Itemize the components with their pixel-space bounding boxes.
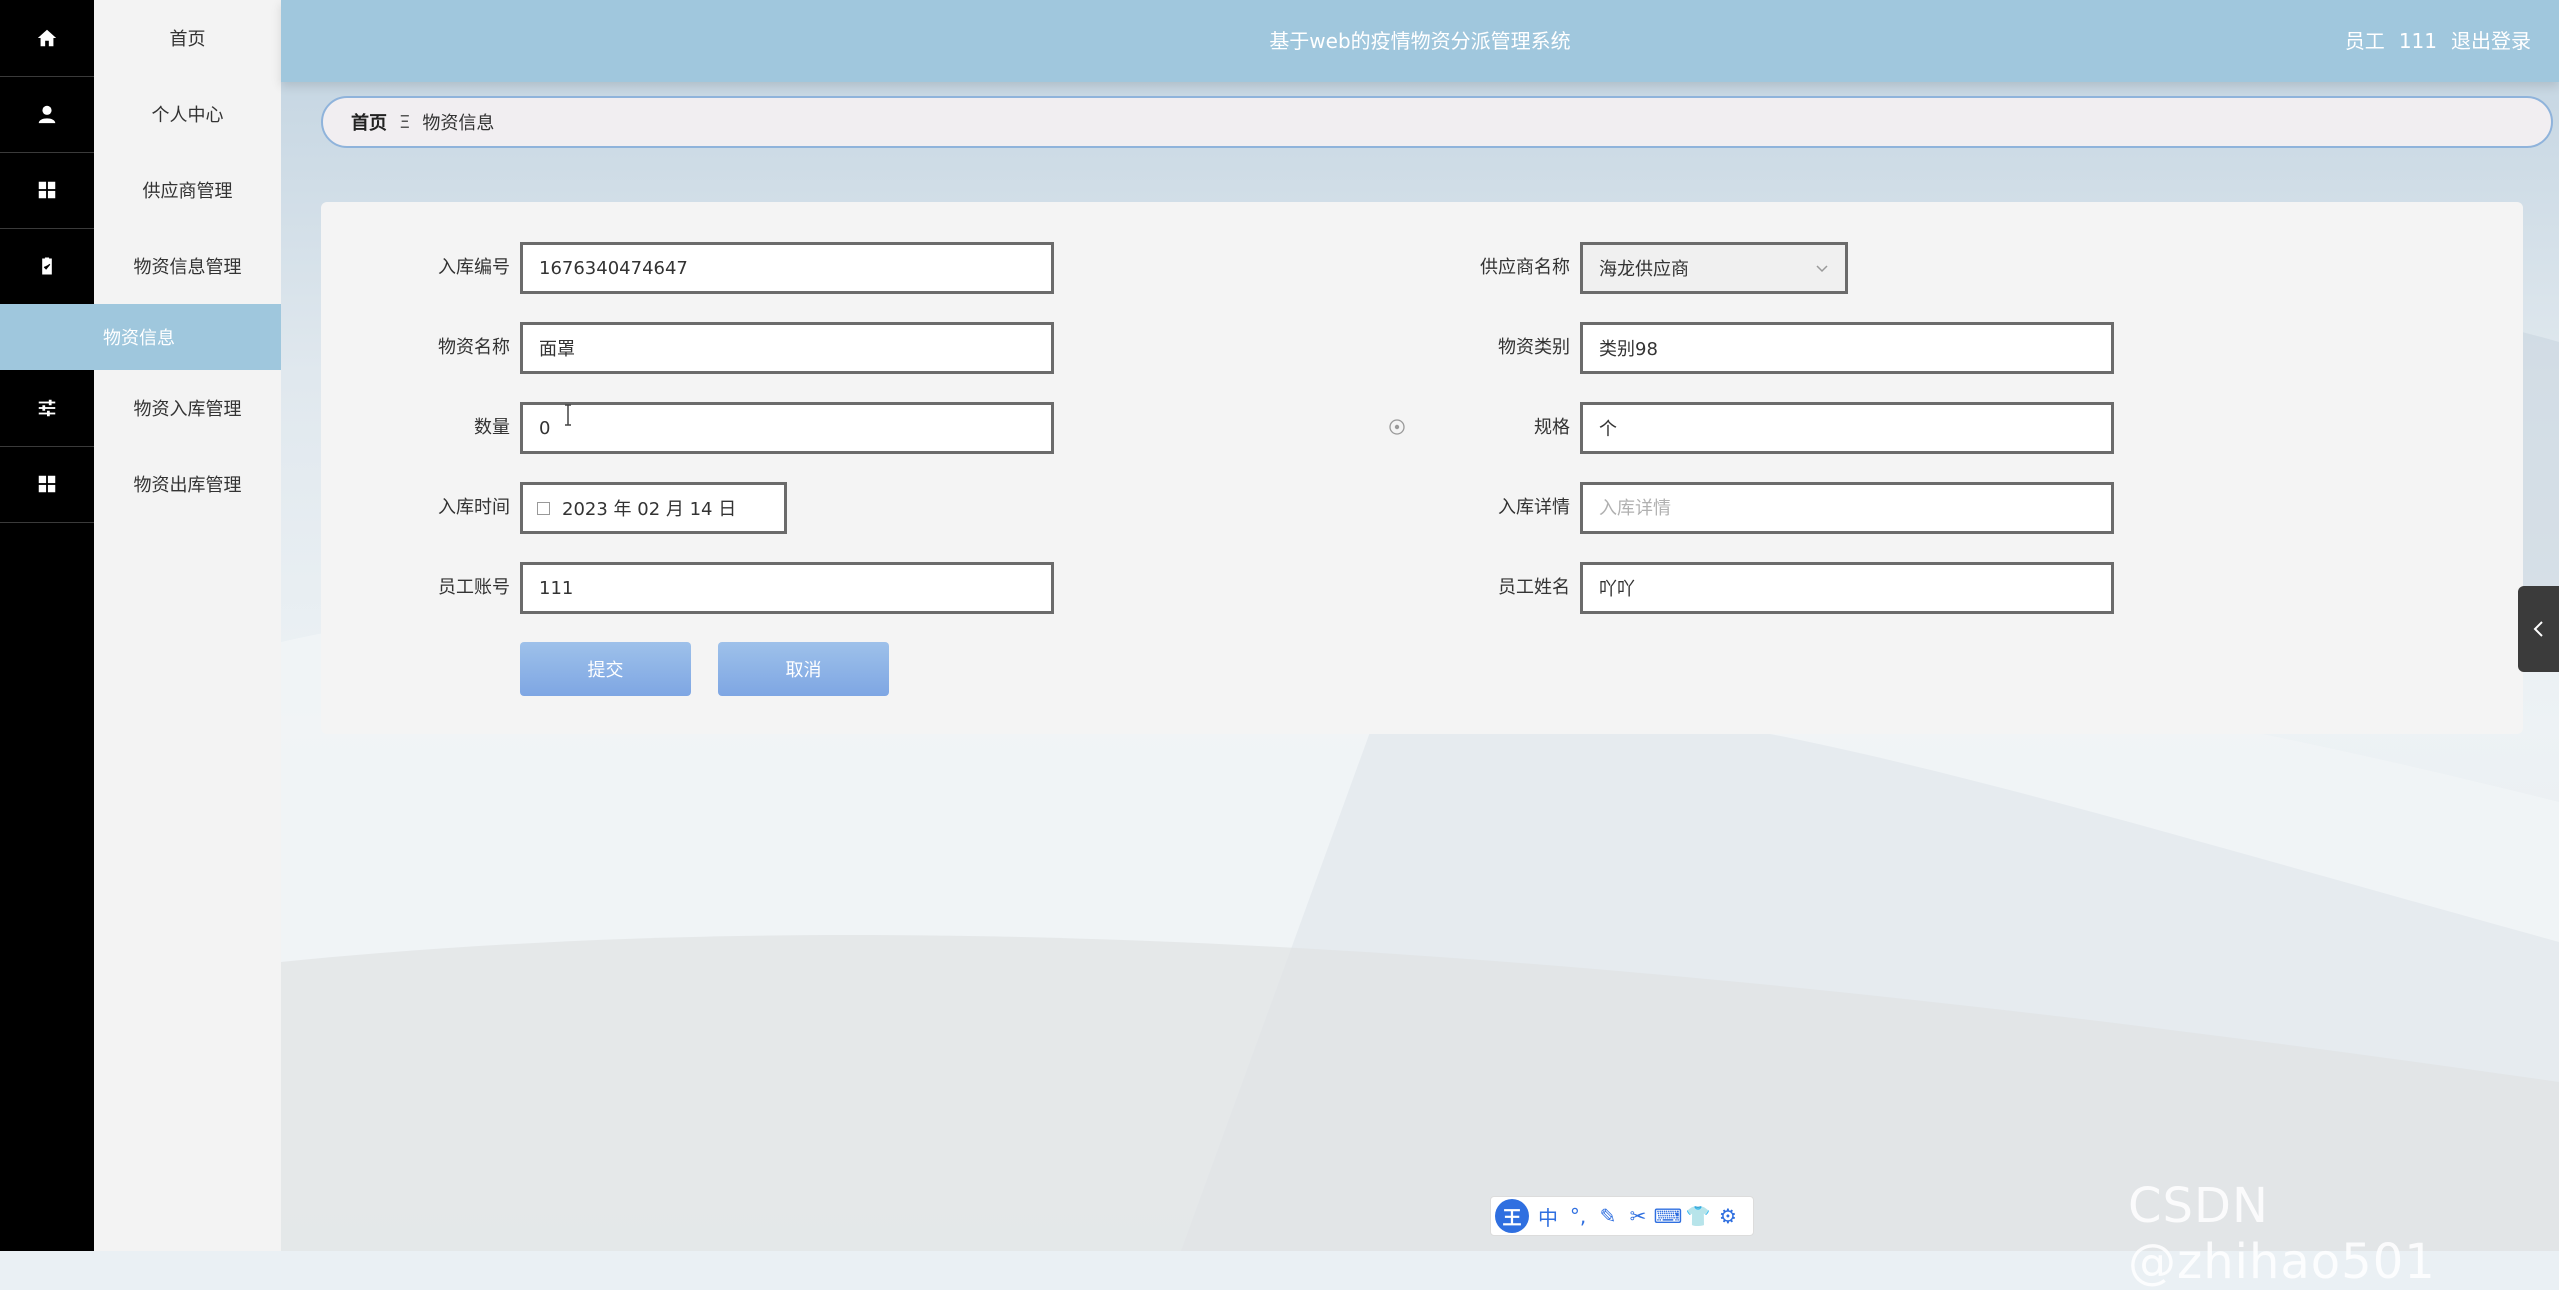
material-name-input[interactable] (520, 322, 1054, 374)
sidebar-rail-inbound[interactable] (0, 370, 94, 447)
sidebar-rail-personal[interactable] (0, 76, 94, 153)
spec-label: 规格 (1534, 417, 1570, 438)
sidebar-subitem-material-info[interactable]: 物资信息 (0, 304, 281, 370)
supplier-name-value: 海龙供应商 (1599, 259, 1689, 280)
sidebar-item-material-info-management[interactable]: 物资信息管理 (94, 228, 281, 304)
cancel-button[interactable]: 取消 (718, 642, 889, 696)
quantity-label: 数量 (474, 417, 510, 438)
user-role: 员工 (2344, 29, 2385, 53)
sidebar-item-inbound-management[interactable]: 物资入库管理 (94, 370, 281, 446)
user-name: 111 (2398, 29, 2437, 53)
entry-no-label: 入库编号 (438, 257, 510, 278)
user-icon (38, 105, 56, 124)
sidebar-item-home[interactable]: 首页 (94, 0, 281, 76)
sidebar-rail-outbound[interactable] (0, 446, 94, 523)
staff-account-input[interactable] (520, 562, 1054, 614)
entry-time-label: 入库时间 (438, 497, 510, 518)
staff-name-input[interactable] (1580, 562, 2114, 614)
breadcrumb-current: 物资信息 (422, 113, 495, 134)
side-panel-toggle[interactable] (2518, 586, 2559, 672)
staff-name-label: 员工姓名 (1498, 577, 1570, 598)
home-icon (37, 29, 57, 47)
ime-screenshot-button[interactable]: ✂ (1623, 1198, 1653, 1234)
quantity-input[interactable] (520, 402, 1054, 454)
entry-no-input[interactable] (520, 242, 1054, 294)
spec-input[interactable] (1580, 402, 2114, 454)
sidebar-item-supplier-management[interactable]: 供应商管理 (94, 152, 281, 228)
sidebar-item-personal-center[interactable]: 个人中心 (94, 76, 281, 152)
chevron-left-icon (2533, 621, 2543, 637)
submit-button[interactable]: 提交 (520, 642, 691, 696)
ime-toolbar: 王 中 °, ✎ ✂ ⌨ 👕 ⚙ (1490, 1196, 1754, 1236)
material-name-label: 物资名称 (438, 337, 510, 358)
top-header: 基于web的疫情物资分派管理系统 员工 111 退出登录 (281, 0, 2559, 82)
sidebar-rail-supplier[interactable] (0, 152, 94, 229)
ime-logo-icon[interactable]: 王 (1495, 1199, 1529, 1233)
grid-icon (38, 475, 56, 493)
breadcrumb: 首页 Ξ 物资信息 (321, 96, 2553, 148)
grid-icon (38, 181, 56, 199)
ime-punctuation-button[interactable]: °, (1563, 1198, 1593, 1234)
material-category-label: 物资类别 (1498, 337, 1570, 358)
material-category-input[interactable] (1580, 322, 2114, 374)
sidebar-item-outbound-management[interactable]: 物资出库管理 (94, 446, 281, 522)
breadcrumb-home[interactable]: 首页 (351, 109, 387, 135)
calendar-icon (537, 501, 550, 515)
entry-time-value: 2023 年 02 月 14 日 (562, 499, 737, 520)
clipboard-icon (40, 256, 54, 276)
ime-keyboard-button[interactable]: ⌨ (1653, 1198, 1683, 1234)
app-title: 基于web的疫情物资分派管理系统 (1269, 29, 1571, 53)
user-area: 员工 111 退出登录 (2331, 0, 2531, 82)
entry-detail-input[interactable] (1580, 482, 2114, 534)
watermark: CSDN @zhihao501 (2128, 1178, 2436, 1290)
ime-skin-button[interactable]: 👕 (1683, 1198, 1713, 1234)
staff-account-label: 员工账号 (438, 577, 510, 598)
entry-time-picker[interactable]: 2023 年 02 月 14 日 (520, 482, 787, 534)
supplier-name-label: 供应商名称 (1480, 257, 1570, 278)
chevron-down-icon (1816, 265, 1828, 273)
breadcrumb-separator-icon: Ξ (399, 111, 411, 133)
ime-handwrite-button[interactable]: ✎ (1593, 1198, 1623, 1234)
sidebar-rail-home[interactable] (0, 0, 94, 77)
logout-link[interactable]: 退出登录 (2451, 29, 2531, 53)
sidebar-rail-material[interactable] (0, 228, 94, 305)
supplier-name-select[interactable]: 海龙供应商 (1580, 242, 1848, 294)
sliders-icon (38, 399, 56, 417)
ime-chinese-mode-button[interactable]: 中 (1533, 1198, 1563, 1234)
ime-settings-button[interactable]: ⚙ (1713, 1198, 1743, 1234)
entry-detail-label: 入库详情 (1498, 497, 1570, 518)
text-cursor-icon (565, 404, 571, 426)
